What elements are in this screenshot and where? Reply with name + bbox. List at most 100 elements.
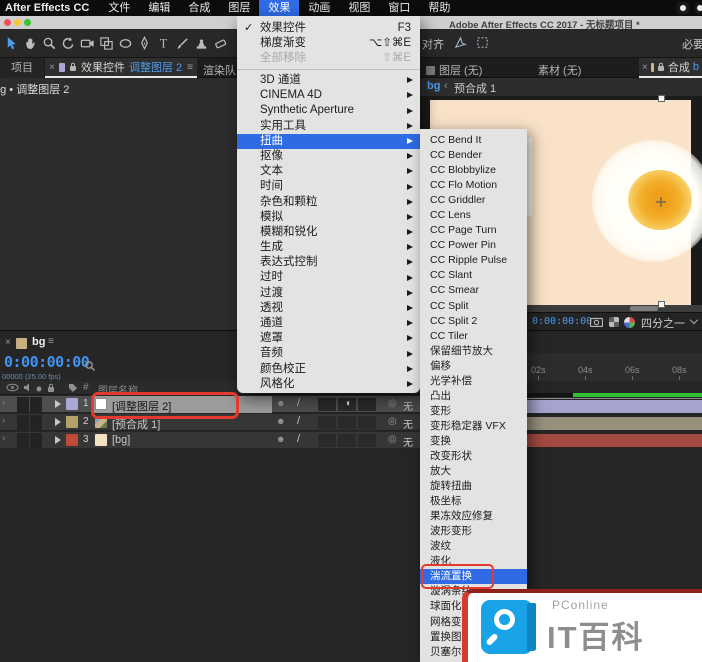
tab-effect-controls[interactable]: × 效果控件 调整图层 2 ≡ [45, 58, 197, 78]
label-color-swatch[interactable] [66, 416, 78, 428]
layer-duration-bar-bg[interactable] [527, 434, 702, 447]
effect-category-item[interactable]: 文本 [237, 164, 420, 179]
parent-select[interactable]: 无 [403, 398, 413, 413]
menubar-item[interactable]: 视图 [339, 0, 379, 16]
effect-category-item[interactable]: 过时 [237, 270, 420, 285]
row-chevron-icon[interactable]: › [2, 415, 5, 426]
type-tool-icon[interactable]: T [154, 31, 173, 55]
parent-pickwhip-icon[interactable]: ◎ [388, 434, 397, 445]
distort-effect-item[interactable]: CC Bender [420, 148, 527, 163]
row-chevron-icon[interactable]: › [2, 397, 5, 408]
parent-select[interactable]: 无 [403, 416, 413, 431]
close-icon[interactable]: × [5, 337, 11, 348]
effect-category-item[interactable]: 过渡 [237, 286, 420, 301]
row-chevron-icon[interactable]: › [2, 433, 5, 444]
audio-switch-cell[interactable] [30, 415, 42, 430]
distort-effect-item[interactable]: CC Page Turn [420, 223, 527, 238]
menubar-item[interactable]: 效果 [259, 0, 299, 16]
label-color-swatch[interactable] [66, 398, 78, 410]
tab-footage-viewer[interactable]: 素材 (无) [538, 62, 581, 78]
essential-graphics-label[interactable]: 必要 [682, 36, 702, 52]
menubar-item[interactable]: 编辑 [139, 0, 179, 16]
distort-effect-item[interactable]: 凸出 [420, 389, 527, 404]
layer-anchor-point[interactable] [656, 197, 666, 207]
shy-icon[interactable]: ☻ [276, 398, 285, 408]
video-switch-cell[interactable] [17, 415, 29, 430]
adjustment-layer-icon[interactable]: ◐ [346, 398, 352, 409]
quality-icon[interactable]: / [297, 433, 300, 445]
quality-icon[interactable]: / [297, 397, 300, 409]
minimize-window-button[interactable] [14, 19, 21, 26]
current-timecode[interactable]: 0:00:00:00 [4, 353, 89, 371]
mask-shape-tool-icon[interactable] [116, 31, 135, 55]
menubar-item[interactable]: 动画 [299, 0, 339, 16]
layer-name[interactable]: [bg] [112, 434, 130, 446]
rotation-tool-icon[interactable] [59, 31, 78, 55]
tab-layer-viewer[interactable]: 图层 (无) [426, 62, 482, 78]
effect-category-item[interactable]: 模拟 [237, 210, 420, 225]
effect-category-item[interactable]: 抠像 [237, 149, 420, 164]
breadcrumb-comp[interactable]: bg [427, 80, 440, 92]
distort-effect-item[interactable]: 偏移 [420, 359, 527, 374]
breadcrumb-current[interactable]: 预合成 1 [454, 80, 496, 96]
distort-effect-item[interactable]: CC Power Pin [420, 238, 527, 253]
video-switch-cell[interactable] [17, 397, 29, 412]
distort-effect-item[interactable]: CC Split [420, 299, 527, 314]
menubar-item[interactable]: 文件 [99, 0, 139, 16]
shy-icon[interactable]: ☻ [276, 434, 285, 444]
distort-effect-item[interactable]: CC Tiler [420, 329, 527, 344]
layer-duration-bar-adjustment[interactable] [527, 400, 702, 413]
transparency-grid-icon[interactable] [609, 317, 619, 327]
close-window-button[interactable] [4, 19, 11, 26]
distort-effect-item[interactable]: 变形稳定器 VFX [420, 419, 527, 434]
distort-effect-item[interactable]: 保留细节放大 [420, 344, 527, 359]
brush-tool-icon[interactable] [173, 31, 192, 55]
tab-composition-viewer[interactable]: × 合成 b [639, 58, 702, 78]
distort-effect-item[interactable]: 光学补偿 [420, 374, 527, 389]
distort-effect-item[interactable]: 变形 [420, 404, 527, 419]
tab-project[interactable]: 项目 [0, 58, 44, 78]
selection-tool-icon[interactable] [2, 31, 21, 55]
distort-effect-item[interactable]: CC Griddler [420, 193, 527, 208]
tab-render-queue[interactable]: 渲染队 [203, 62, 236, 78]
app-menu[interactable]: After Effects CC [0, 2, 99, 14]
close-icon[interactable]: × [642, 62, 648, 73]
effect-category-item[interactable]: 实用工具 [237, 119, 420, 134]
selection-handle-top[interactable] [658, 95, 665, 102]
zoom-window-button[interactable] [24, 19, 31, 26]
distort-effect-item[interactable]: CC Slant [420, 268, 527, 283]
effect-category-item[interactable]: 时间 [237, 179, 420, 194]
distort-effect-item[interactable]: CC Smear [420, 283, 527, 298]
layer-row-bg[interactable]: › 3 [bg] ☻ / ◎ 无 [0, 432, 420, 449]
eraser-tool-icon[interactable] [211, 31, 230, 55]
clone-stamp-tool-icon[interactable] [192, 31, 211, 55]
effect-category-item[interactable]: 扭曲 [237, 134, 420, 149]
distort-effect-item[interactable]: 波形变形 [420, 524, 527, 539]
label-color-swatch[interactable] [66, 434, 78, 446]
chevron-down-icon[interactable] [690, 316, 698, 324]
quality-icon[interactable]: / [297, 415, 300, 427]
distort-effect-item[interactable]: 波纹 [420, 539, 527, 554]
effect-category-item[interactable]: 模糊和锐化 [237, 225, 420, 240]
expand-triangle-icon[interactable] [55, 418, 61, 426]
zoom-tool-icon[interactable] [40, 31, 59, 55]
selection-handle-bottom[interactable] [658, 301, 665, 308]
menubar-item[interactable]: 窗口 [379, 0, 419, 16]
shy-icon[interactable]: ☻ [276, 416, 285, 426]
scrollbar-thumb[interactable] [630, 306, 658, 311]
hand-tool-icon[interactable] [21, 31, 40, 55]
close-icon[interactable]: × [49, 62, 55, 73]
search-icon[interactable] [84, 359, 96, 377]
effect-category-item[interactable]: 表达式控制 [237, 255, 420, 270]
viewer-hscrollbar[interactable] [527, 305, 702, 312]
distort-effect-item[interactable]: 果冻效应修复 [420, 509, 527, 524]
effect-category-item[interactable]: Synthetic Aperture [237, 103, 420, 118]
snap-cursor-icon[interactable] [454, 36, 467, 52]
comp-timecode[interactable]: 0:00:00:00 [532, 316, 592, 327]
distort-effect-item[interactable]: CC Ripple Pulse [420, 253, 527, 268]
video-switch-cell[interactable] [17, 433, 29, 448]
effect-category-item[interactable]: 颜色校正 [237, 362, 420, 377]
effect-category-item[interactable]: 透视 [237, 301, 420, 316]
distort-effect-item[interactable]: CC Lens [420, 208, 527, 223]
expand-triangle-icon[interactable] [55, 400, 61, 408]
